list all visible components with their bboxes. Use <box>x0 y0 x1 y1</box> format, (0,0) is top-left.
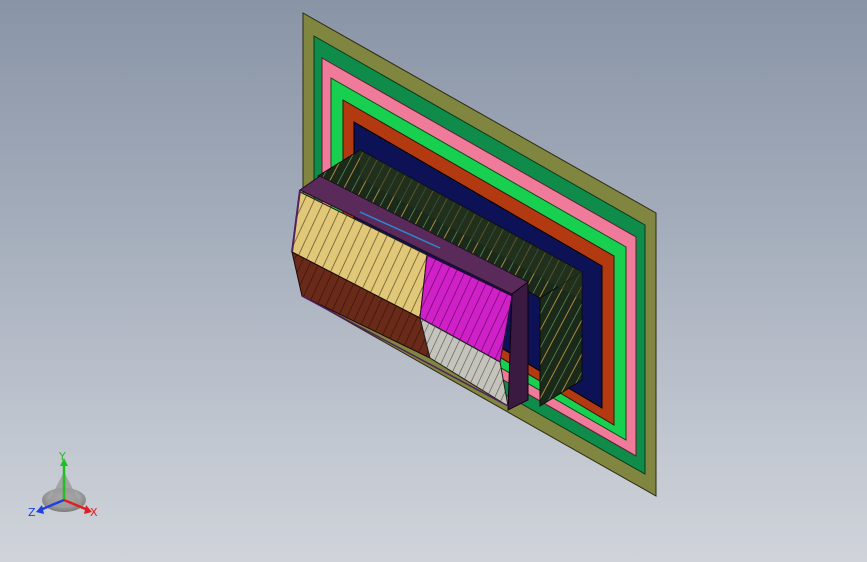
axis-y-label: Y <box>58 450 66 463</box>
axis-z-label: Z <box>28 506 36 519</box>
axis-z-arrow <box>36 505 44 514</box>
view-triad[interactable]: Y Z X <box>28 450 98 519</box>
axis-x-label: X <box>90 506 98 519</box>
cad-viewport[interactable]: Y Z X <box>0 0 867 562</box>
model-canvas[interactable]: Y Z X <box>0 0 867 562</box>
